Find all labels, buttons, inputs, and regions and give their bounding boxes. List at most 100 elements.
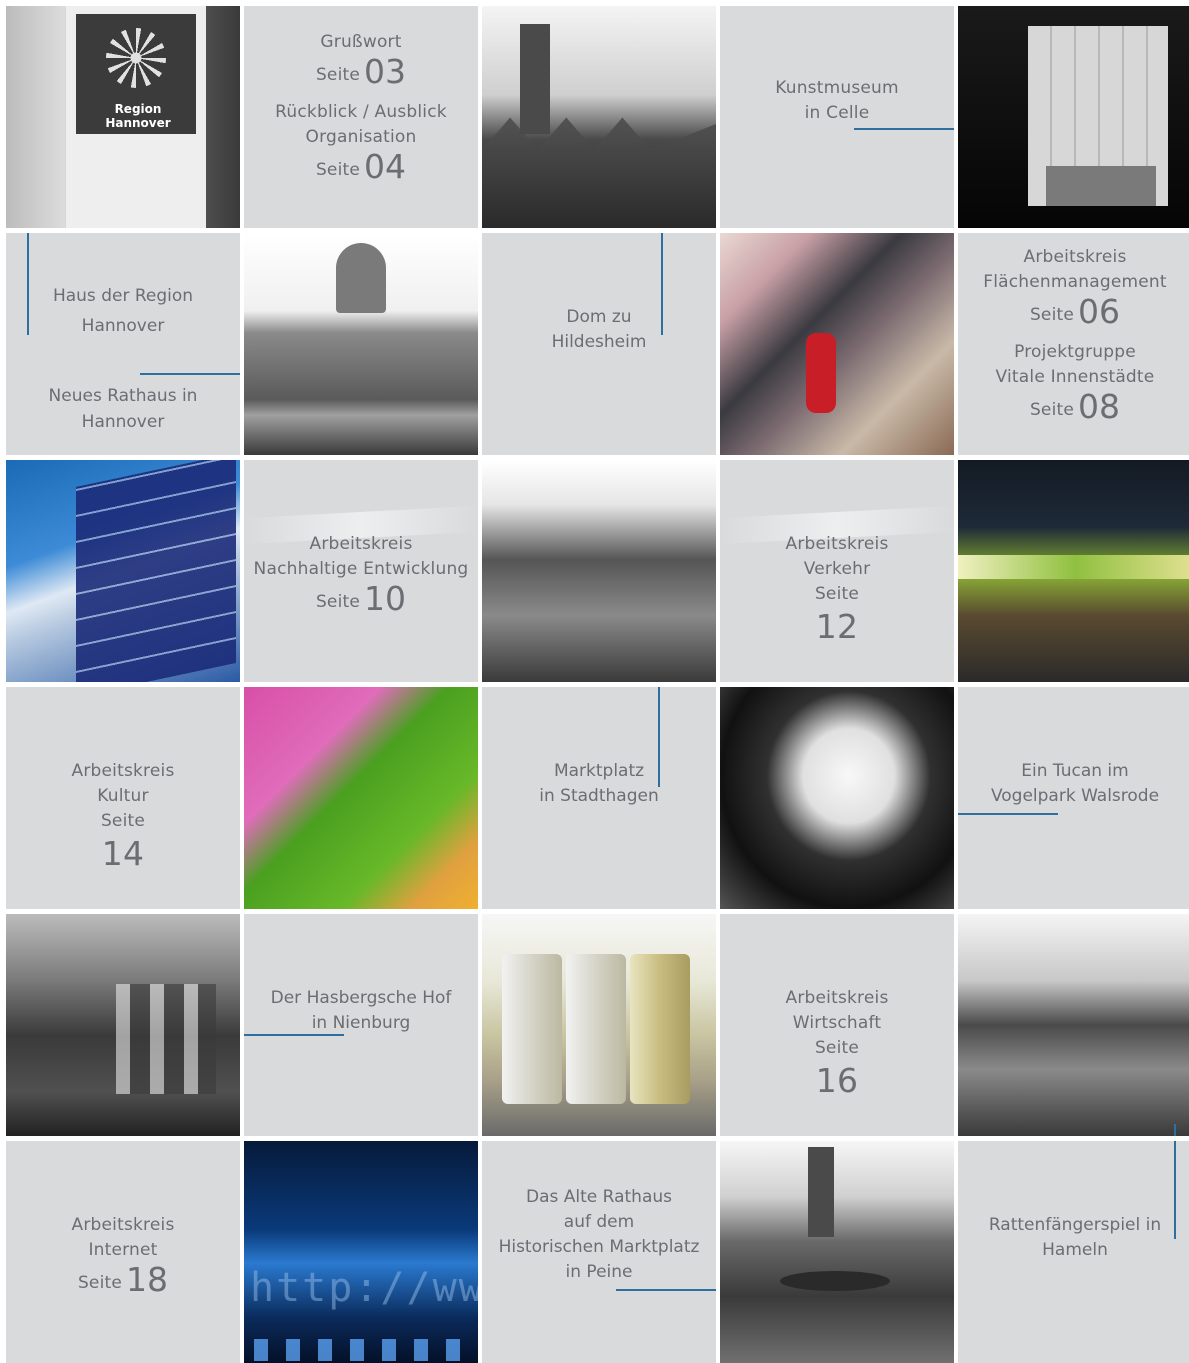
caption-line: in Celle (804, 103, 870, 123)
tram-windows (958, 555, 1189, 579)
page-number: 12 (815, 607, 859, 646)
caption-line: Arbeitskreis (785, 988, 889, 1008)
paper-roll (630, 954, 690, 1104)
caption-line: Das Alte Rathaus (526, 1187, 672, 1207)
photo-neues-rathaus (244, 233, 478, 455)
seite-label: Seite (100, 811, 146, 831)
leader-line (616, 1289, 716, 1291)
photo-kunstmuseum-celle (958, 6, 1189, 228)
leader-line (1174, 1124, 1176, 1136)
tile-flaechen-vitale: Arbeitskreis Flächenmanagement Seite 06 P… (958, 233, 1189, 455)
seite-label: Seite (1029, 400, 1075, 420)
leader-line (854, 128, 954, 130)
caption-line: Vogelpark Walsrode (990, 786, 1160, 806)
paper-roll (566, 954, 626, 1104)
caption-line: auf dem (563, 1212, 635, 1232)
page-number: 03 (364, 52, 407, 91)
leader-line (140, 373, 240, 375)
caption-line: Historischen Marktplatz (498, 1237, 700, 1257)
page-number: 18 (126, 1260, 169, 1299)
photo-solar-panel (6, 460, 240, 682)
caption-line: Wirtschaft (792, 1013, 882, 1033)
seite-label: Seite (814, 1038, 860, 1058)
caption-line: in Peine (565, 1262, 633, 1282)
photo-internet-http: http://www (244, 1141, 478, 1363)
house-windows (116, 984, 216, 1094)
photo-dom-hildesheim (482, 6, 716, 228)
caption-line: Ein Tucan im (1021, 761, 1129, 781)
page-number: 10 (364, 579, 407, 618)
caption-line: Hameln (1042, 1240, 1108, 1260)
arrow-chevrons-icon (244, 1339, 478, 1361)
museum-entrance (1046, 166, 1156, 206)
photo-tucan (720, 687, 954, 909)
page-number: 06 (1078, 292, 1121, 331)
region-logo-icon (106, 28, 166, 88)
tile-altes-rathaus-peine: Das Alte Rathaus auf dem Historischen Ma… (482, 1141, 716, 1363)
seite-label: Seite (77, 1273, 123, 1293)
tile-marktplatz-stadthagen: Marktplatz in Stadthagen (482, 687, 716, 909)
person-red-jacket (806, 333, 836, 413)
photo-crowd (720, 233, 954, 455)
page-number: 08 (1078, 387, 1121, 426)
caption-line: Arbeitskreis (1023, 247, 1127, 267)
leader-line (958, 813, 1058, 815)
tile-internet: Arbeitskreis Internet Seite 18 (6, 1141, 240, 1363)
church-tower (520, 24, 550, 134)
seite-label: Seite (315, 160, 361, 180)
rathaus-tower (808, 1147, 834, 1237)
photo-girls-on-grass (244, 687, 478, 909)
paper-roll (502, 954, 562, 1104)
caption-line: Flächenmanagement (983, 272, 1167, 292)
photo-marktplatz-stadthagen (482, 460, 716, 682)
caption-line: Rattenfängerspiel in (988, 1215, 1162, 1235)
photo-altes-rathaus-peine (720, 1141, 954, 1363)
tile-kultur: Arbeitskreis Kultur Seite 14 (6, 687, 240, 909)
caption-line: Hannover (81, 316, 165, 336)
caption-line: Kunstmuseum (775, 78, 899, 98)
solar-cells (76, 460, 236, 682)
photo-hasbergscher-hof (6, 914, 240, 1136)
tile-kunstmuseum-celle: Kunstmuseum in Celle (720, 6, 954, 228)
caption-line: Projektgruppe (1014, 342, 1136, 362)
leader-line (244, 1034, 344, 1036)
tile-verkehr: Arbeitskreis Verkehr Seite 12 (720, 460, 954, 682)
tile-rattenfaengerspiel: Rattenfängerspiel in Hameln (958, 1141, 1189, 1363)
rueckblick-title: Rückblick / Ausblick (275, 102, 447, 122)
seite-label: Seite (315, 65, 361, 85)
page-number: 16 (815, 1061, 859, 1100)
caption-line: in Nienburg (311, 1013, 411, 1033)
sign-logo-text: Region Hannover (105, 102, 171, 130)
photo-paper-rolls (482, 914, 716, 1136)
caption-line: Nachhaltige Entwicklung (253, 559, 469, 579)
tile-tucan-walsrode: Ein Tucan im Vogelpark Walsrode (958, 687, 1189, 909)
caption-line: Hannover (81, 412, 165, 432)
caption-line: Arbeitskreis (309, 534, 413, 554)
tile-hasbergscher-hof: Der Hasbergsche Hof in Nienburg (244, 914, 478, 1136)
caption-line: Haus der Region (52, 286, 194, 306)
page-number: 04 (364, 147, 407, 186)
http-text: http://www (250, 1265, 478, 1311)
caption-line: Marktplatz (553, 761, 645, 781)
seite-label: Seite (315, 592, 361, 612)
caption-line: Dom zu (566, 307, 632, 327)
tile-wirtschaft: Arbeitskreis Wirtschaft Seite 16 (720, 914, 954, 1136)
caption-line: Hildesheim (551, 332, 647, 352)
photo-grid: Region Hannover Grußwort Seite 03 Rückbli… (6, 6, 1189, 1363)
caption-line: Arbeitskreis (71, 1215, 175, 1235)
caption-line: Kultur (97, 786, 149, 806)
tile-nachhaltige-entwicklung: Arbeitskreis Nachhaltige Entwicklung Sei… (244, 460, 478, 682)
rathaus-dome (336, 243, 386, 313)
tile-dom-hildesheim: Dom zu Hildesheim (482, 233, 716, 455)
photo-tram-station (958, 460, 1189, 682)
caption-line: Der Hasbergsche Hof (270, 988, 452, 1008)
caption-line: Arbeitskreis (71, 761, 175, 781)
tile-haus-rathaus: Haus der Region Hannover Neues Rathaus i… (6, 233, 240, 455)
seite-label: Seite (1029, 305, 1075, 325)
church-nave (482, 117, 716, 228)
caption-line: Arbeitskreis (785, 534, 889, 554)
tile-grusswort: Grußwort Seite 03 Rückblick / Ausblick Or… (244, 6, 478, 228)
photo-haus-der-region: Region Hannover (6, 6, 240, 228)
caption-line: Neues Rathaus in (48, 386, 198, 406)
caption-line: in Stadthagen (539, 786, 659, 806)
